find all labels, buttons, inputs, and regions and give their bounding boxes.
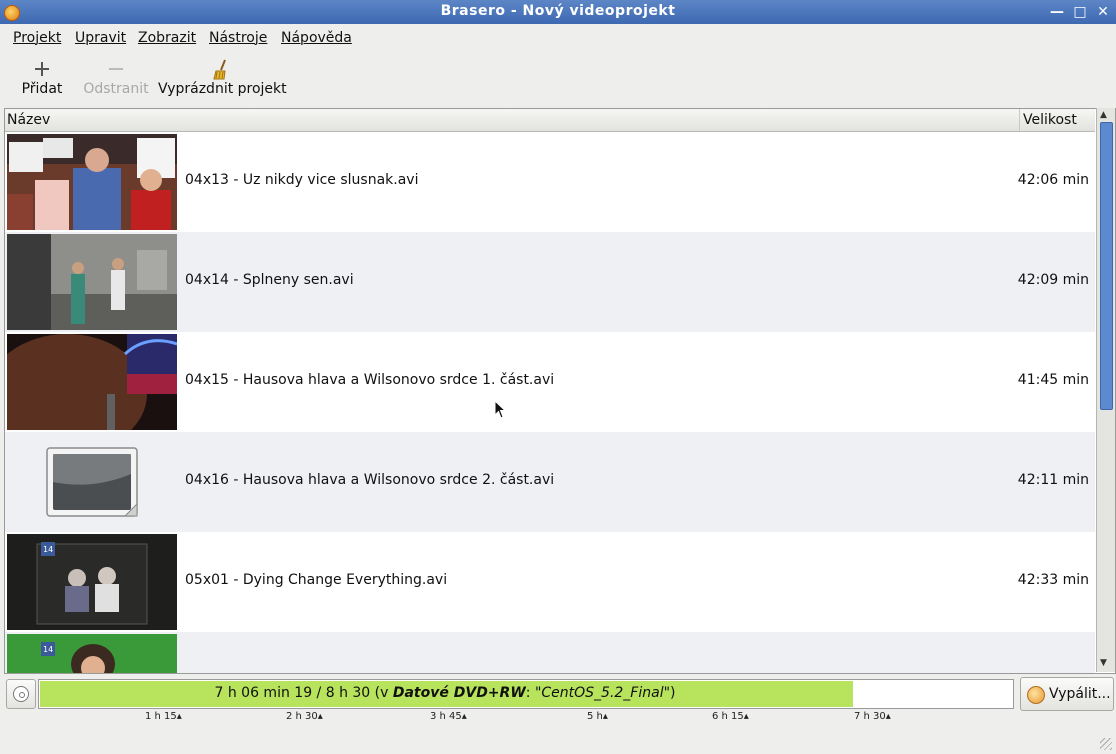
column-header-name[interactable]: Název	[7, 112, 50, 128]
disc-icon	[13, 686, 29, 702]
video-thumbnail: 14	[7, 534, 177, 630]
scrollbar-thumb[interactable]	[1100, 122, 1113, 410]
broom-icon	[210, 59, 232, 80]
volume-name: "CentOS_5.2_Final"	[534, 685, 671, 701]
media-type: Datové DVD+RW	[392, 685, 526, 701]
video-name: 04x13 - Uz nikdy vice slusnak.avi	[185, 172, 419, 188]
close-icon[interactable]: ✕	[1094, 3, 1112, 21]
video-thumbnail	[7, 334, 177, 430]
minimize-icon[interactable]: —	[1048, 3, 1066, 21]
clear-project-label: Vyprázdnit projekt	[158, 81, 287, 97]
video-duration: 42:06 min	[1017, 172, 1089, 188]
status-area: 7 h 06 min 19 / 8 h 30 (v Datové DVD+RW:…	[0, 676, 1116, 754]
list-row[interactable]: 04x14 - Splneny sen.avi 42:09 min	[5, 232, 1095, 332]
list-row[interactable]: 14 05x01 - Dying Change Everything.avi 4…	[5, 532, 1095, 632]
remove-button-label: Odstranit	[83, 81, 149, 97]
list-row[interactable]: 04x13 - Uz nikdy vice slusnak.avi 42:06 …	[5, 132, 1095, 232]
list-row[interactable]: 14	[5, 632, 1095, 673]
video-thumbnail	[7, 234, 177, 330]
video-name: 04x15 - Hausova hlava a Wilsonovo srdce …	[185, 372, 555, 388]
mouse-cursor-icon	[494, 400, 507, 419]
vertical-scrollbar[interactable]: ▲ ▼	[1096, 108, 1115, 672]
clear-project-button[interactable]: Vyprázdnit projekt	[158, 53, 287, 103]
time-tick: 3 h 45▴	[430, 711, 467, 722]
video-thumbnail: 14	[7, 634, 177, 673]
video-thumbnail	[7, 134, 177, 230]
video-duration: 42:33 min	[1017, 572, 1089, 588]
maximize-icon[interactable]: □	[1071, 3, 1089, 21]
usage-amount: 7 h 06 min 19 / 8 h 30 (v	[214, 685, 393, 701]
add-button-label: Přidat	[21, 81, 63, 97]
list-row[interactable]: 04x15 - Hausova hlava a Wilsonovo srdce …	[5, 332, 1095, 432]
toolbar: Přidat Odstranit Vyprázdnit projekt	[0, 53, 1116, 105]
time-tick: 1 h 15▴	[145, 711, 182, 722]
video-duration: 41:45 min	[1017, 372, 1089, 388]
svg-text:14: 14	[43, 645, 53, 654]
time-tick: 7 h 30▴	[854, 711, 891, 722]
menu-napoveda[interactable]: Nápověda	[281, 30, 352, 46]
time-tick: 6 h 15▴	[712, 711, 749, 722]
usage-separator: :	[525, 685, 535, 701]
title-bar: Brasero - Nový videoprojekt — □ ✕	[0, 0, 1116, 24]
burn-button-label: Vypálit...	[1049, 686, 1111, 702]
menu-bar: Projekt Upravit Zobrazit Nástroje Nápově…	[0, 24, 1116, 52]
video-duration: 42:09 min	[1017, 272, 1089, 288]
disc-usage-gauge: 7 h 06 min 19 / 8 h 30 (v Datové DVD+RW:…	[38, 679, 1014, 709]
window-title: Brasero - Nový videoprojekt	[440, 3, 676, 19]
video-name: 04x16 - Hausova hlava a Wilsonovo srdce …	[185, 472, 555, 488]
disc-usage-text: 7 h 06 min 19 / 8 h 30 (v Datové DVD+RW:…	[39, 685, 851, 701]
scroll-up-icon[interactable]: ▲	[1100, 110, 1107, 120]
minus-icon	[105, 59, 127, 79]
svg-text:14: 14	[43, 545, 53, 554]
add-button[interactable]: Přidat	[18, 53, 66, 103]
remove-button[interactable]: Odstranit	[82, 53, 150, 103]
disc-select-button[interactable]	[6, 679, 36, 709]
resize-grip[interactable]	[1100, 738, 1112, 750]
time-tick: 2 h 30▴	[286, 711, 323, 722]
list-row[interactable]: 04x16 - Hausova hlava a Wilsonovo srdce …	[5, 432, 1095, 532]
time-tick: 5 h▴	[587, 711, 608, 722]
video-name: 05x01 - Dying Change Everything.avi	[185, 572, 448, 588]
video-duration: 42:11 min	[1017, 472, 1089, 488]
video-list[interactable]: Název Velikost 04x13 - Uz nikdy vice slu…	[4, 108, 1116, 674]
column-header-size[interactable]: Velikost	[1019, 109, 1093, 131]
menu-upravit[interactable]: Upravit	[75, 30, 126, 46]
menu-nastroje[interactable]: Nástroje	[209, 30, 267, 46]
burn-button[interactable]: Vypálit...	[1020, 677, 1114, 711]
usage-close-paren: )	[670, 685, 676, 701]
menu-zobrazit[interactable]: Zobrazit	[138, 30, 196, 46]
scroll-down-icon[interactable]: ▼	[1100, 658, 1107, 668]
video-name: 04x14 - Splneny sen.avi	[185, 272, 354, 288]
list-header: Název Velikost	[5, 109, 1095, 132]
menu-projekt[interactable]: Projekt	[13, 30, 61, 46]
plus-icon	[31, 59, 53, 79]
burn-icon	[1027, 686, 1045, 704]
video-placeholder-icon	[7, 434, 177, 530]
